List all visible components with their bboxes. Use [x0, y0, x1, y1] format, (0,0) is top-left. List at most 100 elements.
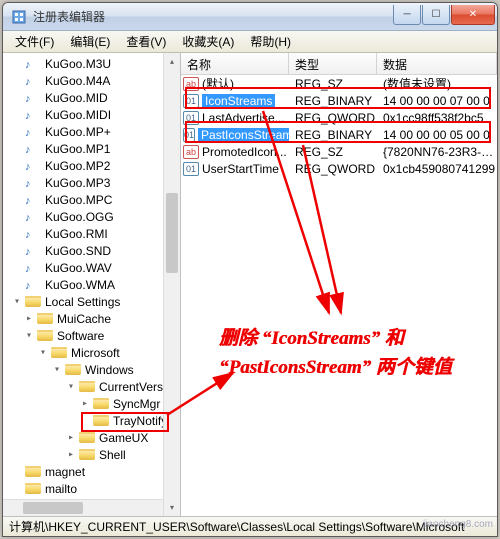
tree-scrollbar[interactable]: ▴ ▾ [163, 53, 180, 516]
tree-item[interactable]: KuGoo.MP2 [5, 157, 180, 174]
tree-scrollbar-h[interactable] [3, 499, 163, 516]
value-type: REG_SZ [289, 77, 377, 91]
tree-item[interactable]: mailto [5, 480, 180, 497]
col-name[interactable]: 名称 [181, 53, 289, 74]
tree-item-label: MuiCache [55, 312, 111, 326]
list-row[interactable]: ab(默认)REG_SZ(数值未设置) [181, 75, 497, 92]
music-file-icon [25, 108, 41, 122]
tree-item-label: KuGoo.MPC [43, 193, 112, 207]
tree-item-label: magnet [43, 465, 85, 479]
value-data: 14 00 00 00 05 00 0 [377, 128, 497, 142]
value-data: (数值未设置) [377, 75, 497, 92]
tree-item[interactable]: ▸ Shell [5, 446, 180, 463]
expand-icon[interactable]: ▸ [65, 449, 77, 460]
folder-icon [93, 415, 109, 426]
value-data: 0x1cc98ff538f2bc5 [377, 111, 497, 125]
folder-icon [65, 364, 81, 375]
string-value-icon: ab [183, 145, 199, 159]
music-file-icon [25, 125, 41, 139]
tree-item[interactable]: TrayNotify [5, 412, 180, 429]
menu-favorites[interactable]: 收藏夹(A) [174, 31, 242, 52]
tree-item-label: KuGoo.MP+ [43, 125, 111, 139]
tree-item[interactable]: KuGoo.OGG [5, 208, 180, 225]
tree-item-label: KuGoo.WMA [43, 278, 115, 292]
tree-item[interactable]: KuGoo.RMI [5, 225, 180, 242]
close-button[interactable]: ✕ [451, 5, 495, 25]
folder-icon [25, 466, 41, 477]
tree-item[interactable]: ▾Microsoft [5, 344, 180, 361]
tree-item[interactable]: magnet [5, 463, 180, 480]
value-data: 0x1cb459080741299 [377, 162, 497, 176]
tree-item-label: KuGoo.RMI [43, 227, 108, 241]
tree-item[interactable]: KuGoo.MIDI [5, 106, 180, 123]
tree-item-label: mailto [43, 482, 77, 496]
scroll-thumb[interactable] [166, 193, 178, 273]
scroll-down-icon[interactable]: ▾ [164, 499, 180, 516]
value-type: REG_SZ [289, 145, 377, 159]
tree-item[interactable]: KuGoo.M3U [5, 55, 180, 72]
tree-item[interactable]: KuGoo.SND [5, 242, 180, 259]
music-file-icon [25, 57, 41, 71]
registry-editor-window: 注册表编辑器 ─ ☐ ✕ 文件(F) 编辑(E) 查看(V) 收藏夹(A) 帮助… [2, 2, 498, 537]
maximize-button[interactable]: ☐ [422, 5, 450, 25]
menu-help[interactable]: 帮助(H) [242, 31, 299, 52]
tree-item[interactable]: KuGoo.MP+ [5, 123, 180, 140]
folder-icon [79, 381, 95, 392]
music-file-icon [25, 210, 41, 224]
tree-item[interactable]: ▸SyncMgr [5, 395, 180, 412]
tree-item[interactable]: ▸ GameUX [5, 429, 180, 446]
folder-icon [93, 398, 109, 409]
col-type[interactable]: 类型 [289, 53, 377, 74]
menu-file[interactable]: 文件(F) [7, 31, 62, 52]
minimize-button[interactable]: ─ [393, 5, 421, 25]
expand-icon[interactable]: ▸ [23, 313, 35, 324]
menu-view[interactable]: 查看(V) [118, 31, 174, 52]
list-row[interactable]: 01PastIconsStreamREG_BINARY14 00 00 00 0… [181, 126, 497, 143]
tree-item[interactable]: KuGoo.M4A [5, 72, 180, 89]
scroll-thumb-h[interactable] [23, 502, 83, 514]
scroll-up-icon[interactable]: ▴ [164, 53, 180, 70]
value-name: (默认) [202, 75, 234, 92]
list-row[interactable]: 01IconStreamsREG_BINARY14 00 00 00 07 00… [181, 92, 497, 109]
tree-item-label: Shell [97, 448, 126, 462]
tree-item[interactable]: ▸ MuiCache [5, 310, 180, 327]
titlebar[interactable]: 注册表编辑器 ─ ☐ ✕ [3, 3, 497, 31]
binary-value-icon: 01 [183, 111, 199, 125]
expand-icon[interactable]: ▾ [23, 330, 35, 341]
tree-item[interactable]: ▾Windows [5, 361, 180, 378]
tree-item[interactable]: KuGoo.MP1 [5, 140, 180, 157]
music-file-icon [25, 74, 41, 88]
music-file-icon [25, 227, 41, 241]
folder-icon [37, 313, 53, 324]
window-title: 注册表编辑器 [33, 8, 393, 25]
binary-value-icon: 01 [183, 128, 195, 142]
tree-item[interactable]: KuGoo.MPC [5, 191, 180, 208]
expand-icon[interactable]: ▾ [37, 347, 49, 358]
menu-edit[interactable]: 编辑(E) [62, 31, 118, 52]
list-row[interactable]: 01LastAdvertise...REG_QWORD0x1cc98ff538f… [181, 109, 497, 126]
list-row[interactable]: abPromotedIcon...REG_SZ{7820NN76-23R3-4.… [181, 143, 497, 160]
tree-item-label: GameUX [97, 431, 148, 445]
expand-icon[interactable]: ▾ [65, 381, 77, 392]
expand-icon[interactable]: ▾ [51, 364, 63, 375]
tree-item[interactable]: ▾Local Settings [5, 293, 180, 310]
tree-item-label: KuGoo.MP2 [43, 159, 110, 173]
expand-icon[interactable]: ▸ [65, 432, 77, 443]
tree-item[interactable]: ▾Software [5, 327, 180, 344]
expand-icon[interactable]: ▸ [79, 398, 91, 409]
expand-icon[interactable]: ▾ [11, 296, 23, 307]
music-file-icon [25, 176, 41, 190]
value-data: {7820NN76-23R3-4... [377, 145, 497, 159]
registry-tree[interactable]: KuGoo.M3UKuGoo.M4AKuGoo.MIDKuGoo.MIDI KuG… [3, 53, 181, 516]
tree-item-label: KuGoo.MP1 [43, 142, 110, 156]
value-name: UserStartTime [202, 162, 279, 176]
registry-value-list[interactable]: 名称 类型 数据 ab(默认)REG_SZ(数值未设置)01IconStream… [181, 53, 497, 516]
tree-item[interactable]: KuGoo.WMA [5, 276, 180, 293]
tree-item[interactable]: KuGoo.MP3 [5, 174, 180, 191]
folder-icon [79, 432, 95, 443]
list-row[interactable]: 01UserStartTimeREG_QWORD0x1cb45908074129… [181, 160, 497, 177]
tree-item[interactable]: KuGoo.WAV [5, 259, 180, 276]
col-data[interactable]: 数据 [377, 53, 497, 74]
tree-item[interactable]: KuGoo.MID [5, 89, 180, 106]
tree-item[interactable]: ▾CurrentVersion [5, 378, 180, 395]
